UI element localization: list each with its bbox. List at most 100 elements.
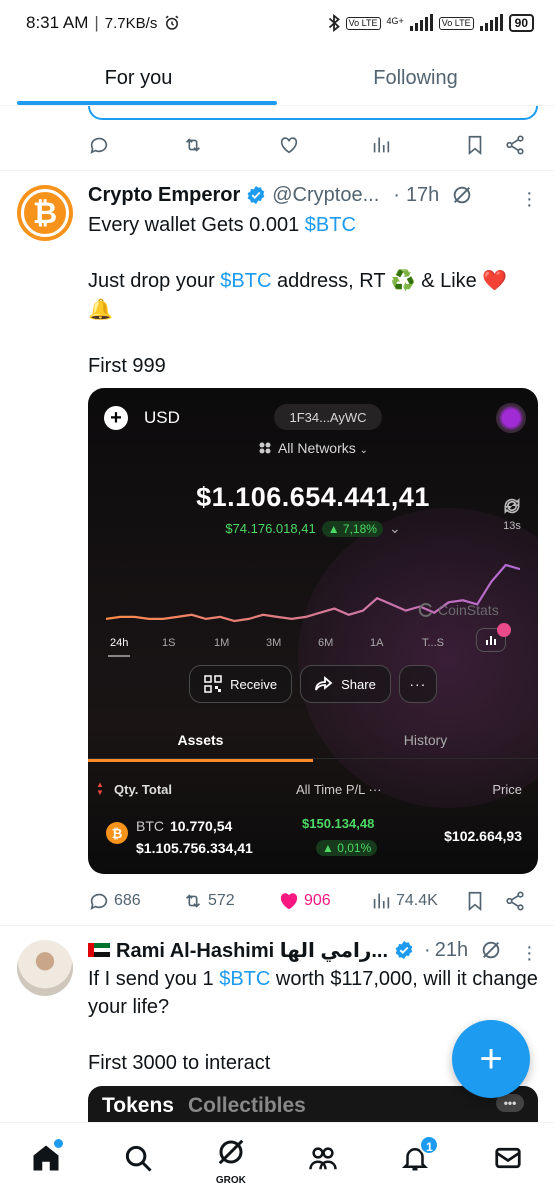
receive-button: Receive xyxy=(189,665,293,703)
repost-button[interactable] xyxy=(182,134,204,156)
timeline-tabs: For you Following xyxy=(0,52,554,106)
share-icon xyxy=(506,135,524,155)
tweet-text-line: 🔔 xyxy=(88,299,113,321)
divider xyxy=(0,925,554,926)
reply-icon xyxy=(90,137,108,154)
sort-icon: ▲ ▼ xyxy=(96,780,104,797)
balance-change: $74.176.018,41 ▲ 7,18% ⌄ xyxy=(88,520,538,537)
range-1s: 1S xyxy=(162,637,176,649)
avatar[interactable]: ₿ xyxy=(17,185,73,241)
share-arrow-icon xyxy=(315,676,333,691)
tab-following[interactable]: Following xyxy=(277,52,554,105)
nav-messages[interactable] xyxy=(462,1143,554,1173)
avatar[interactable] xyxy=(17,940,73,996)
grok-icon[interactable] xyxy=(480,939,502,961)
range-1m: 1M xyxy=(214,637,230,649)
refresh-timer: 13s xyxy=(502,496,522,532)
plus-icon: + xyxy=(479,1037,503,1081)
volte-badge: Vo LTE xyxy=(345,16,381,30)
refresh-icon xyxy=(504,498,520,514)
nav-communities[interactable] xyxy=(277,1143,369,1173)
column-qty: Qty. Total xyxy=(114,781,173,797)
signal-icon xyxy=(409,14,433,31)
nav-grok[interactable]: GROK xyxy=(185,1139,277,1186)
tweet-media-image[interactable]: + USD 1F34...AyWC All Networks ⌄ $1.106.… xyxy=(88,388,538,874)
views-icon xyxy=(373,893,390,909)
change-percent: ▲ 7,18% xyxy=(321,520,383,537)
time-range-selector: 24h 1S 1M 3M 6M 1A T...S xyxy=(108,632,510,657)
tweet-header: Crypto Emperor @Cryptoe... · 17h xyxy=(88,182,473,208)
wallet-header: + USD 1F34...AyWC xyxy=(104,402,526,434)
reply-button[interactable] xyxy=(88,134,110,156)
views-button[interactable] xyxy=(370,134,392,156)
bluetooth-icon xyxy=(328,14,340,32)
share-button[interactable] xyxy=(504,890,526,912)
asset-pl-value: $150.134,48 xyxy=(302,816,375,831)
tweet-time[interactable]: 17h xyxy=(406,184,439,207)
bookmark-button[interactable] xyxy=(464,890,486,912)
change-amount: $74.176.018,41 xyxy=(225,521,316,536)
network-type: 4G+ xyxy=(386,16,404,26)
previous-tweet-actions xyxy=(88,130,538,160)
tweet-time[interactable]: 21h xyxy=(435,939,468,962)
status-bar: 8:31 AM | 7.7KB/s Vo LTE 4G+ Vo LTE 90 xyxy=(0,0,554,46)
bar-chart-icon xyxy=(486,636,496,645)
heart-icon xyxy=(280,137,298,154)
column-price: Price xyxy=(492,781,522,797)
divider xyxy=(0,170,554,171)
reply-button[interactable]: 686 xyxy=(88,890,141,912)
volte-badge-2: Vo LTE xyxy=(438,16,474,30)
nav-search[interactable] xyxy=(92,1143,184,1173)
bookmark-icon xyxy=(468,135,482,156)
like-button[interactable]: 906 xyxy=(278,890,331,912)
share-wallet-button: Share xyxy=(300,665,391,703)
more-options-icon[interactable]: · · · xyxy=(526,183,533,215)
share-button[interactable] xyxy=(504,134,526,156)
view-count: 74.4K xyxy=(396,892,438,909)
tab-for-you[interactable]: For you xyxy=(0,52,277,105)
compose-post-button[interactable]: + xyxy=(452,1020,530,1098)
tweet-text-line: Every wallet Gets 0.001 $BTC xyxy=(88,214,356,236)
more-options-icon[interactable]: · · · xyxy=(526,937,533,969)
bookmark-icon xyxy=(468,891,482,912)
like-count: 906 xyxy=(304,892,331,909)
views-icon xyxy=(373,137,390,153)
grok-icon[interactable] xyxy=(451,184,473,206)
author-handle[interactable]: @Cryptoe... xyxy=(272,184,379,207)
tab-assets: Assets xyxy=(88,720,313,762)
cashtag-link[interactable]: $BTC xyxy=(220,270,271,292)
views-button[interactable]: 74.4K xyxy=(370,890,438,912)
repost-button[interactable]: 572 xyxy=(182,890,235,912)
bitcoin-icon: ₿ xyxy=(32,195,58,231)
tab-history: History xyxy=(403,732,448,748)
column-pl: All Time P/L ··· xyxy=(296,781,382,797)
reply-icon xyxy=(90,893,108,910)
tweet-header: Rami Al-Hashimi رامي الها... · 21h xyxy=(88,937,502,963)
like-button[interactable] xyxy=(278,134,300,156)
battery-indicator: 90 xyxy=(508,14,534,32)
chevron-down-icon: ⌄ xyxy=(359,445,369,456)
wallet-currency: USD xyxy=(144,408,180,427)
bottom-navigation: GROK 1 xyxy=(0,1122,554,1200)
cashtag-link[interactable]: $BTC xyxy=(305,214,356,236)
notification-count-badge: 1 xyxy=(419,1135,440,1155)
wallet-balance: $1.106.654.441,41 xyxy=(196,482,430,512)
range-ts: T...S xyxy=(422,637,445,649)
nav-home[interactable] xyxy=(0,1139,92,1173)
wallet-actions: Receive Share ··· xyxy=(88,665,538,703)
cashtag-link[interactable]: $BTC xyxy=(219,968,270,990)
nav-notifications[interactable]: 1 xyxy=(369,1135,461,1173)
bookmark-button[interactable] xyxy=(464,134,486,156)
mail-icon xyxy=(495,1147,521,1169)
asset-pl-percent: ▲ 0,01% xyxy=(316,840,378,856)
author-name[interactable]: Crypto Emperor xyxy=(88,184,240,207)
share-icon xyxy=(506,891,524,911)
asset-row: ₿ BTC 10.770,54 $1.105.756.334,41 $150.1… xyxy=(102,814,522,858)
previous-tweet-card[interactable] xyxy=(88,106,538,120)
people-icon xyxy=(309,1147,337,1170)
author-name[interactable]: Rami Al-Hashimi رامي الها... xyxy=(116,938,388,963)
signal-icon-2 xyxy=(479,14,503,31)
crown-badge xyxy=(497,623,511,637)
grok-label: GROK xyxy=(215,1175,246,1186)
reply-count: 686 xyxy=(114,892,141,909)
